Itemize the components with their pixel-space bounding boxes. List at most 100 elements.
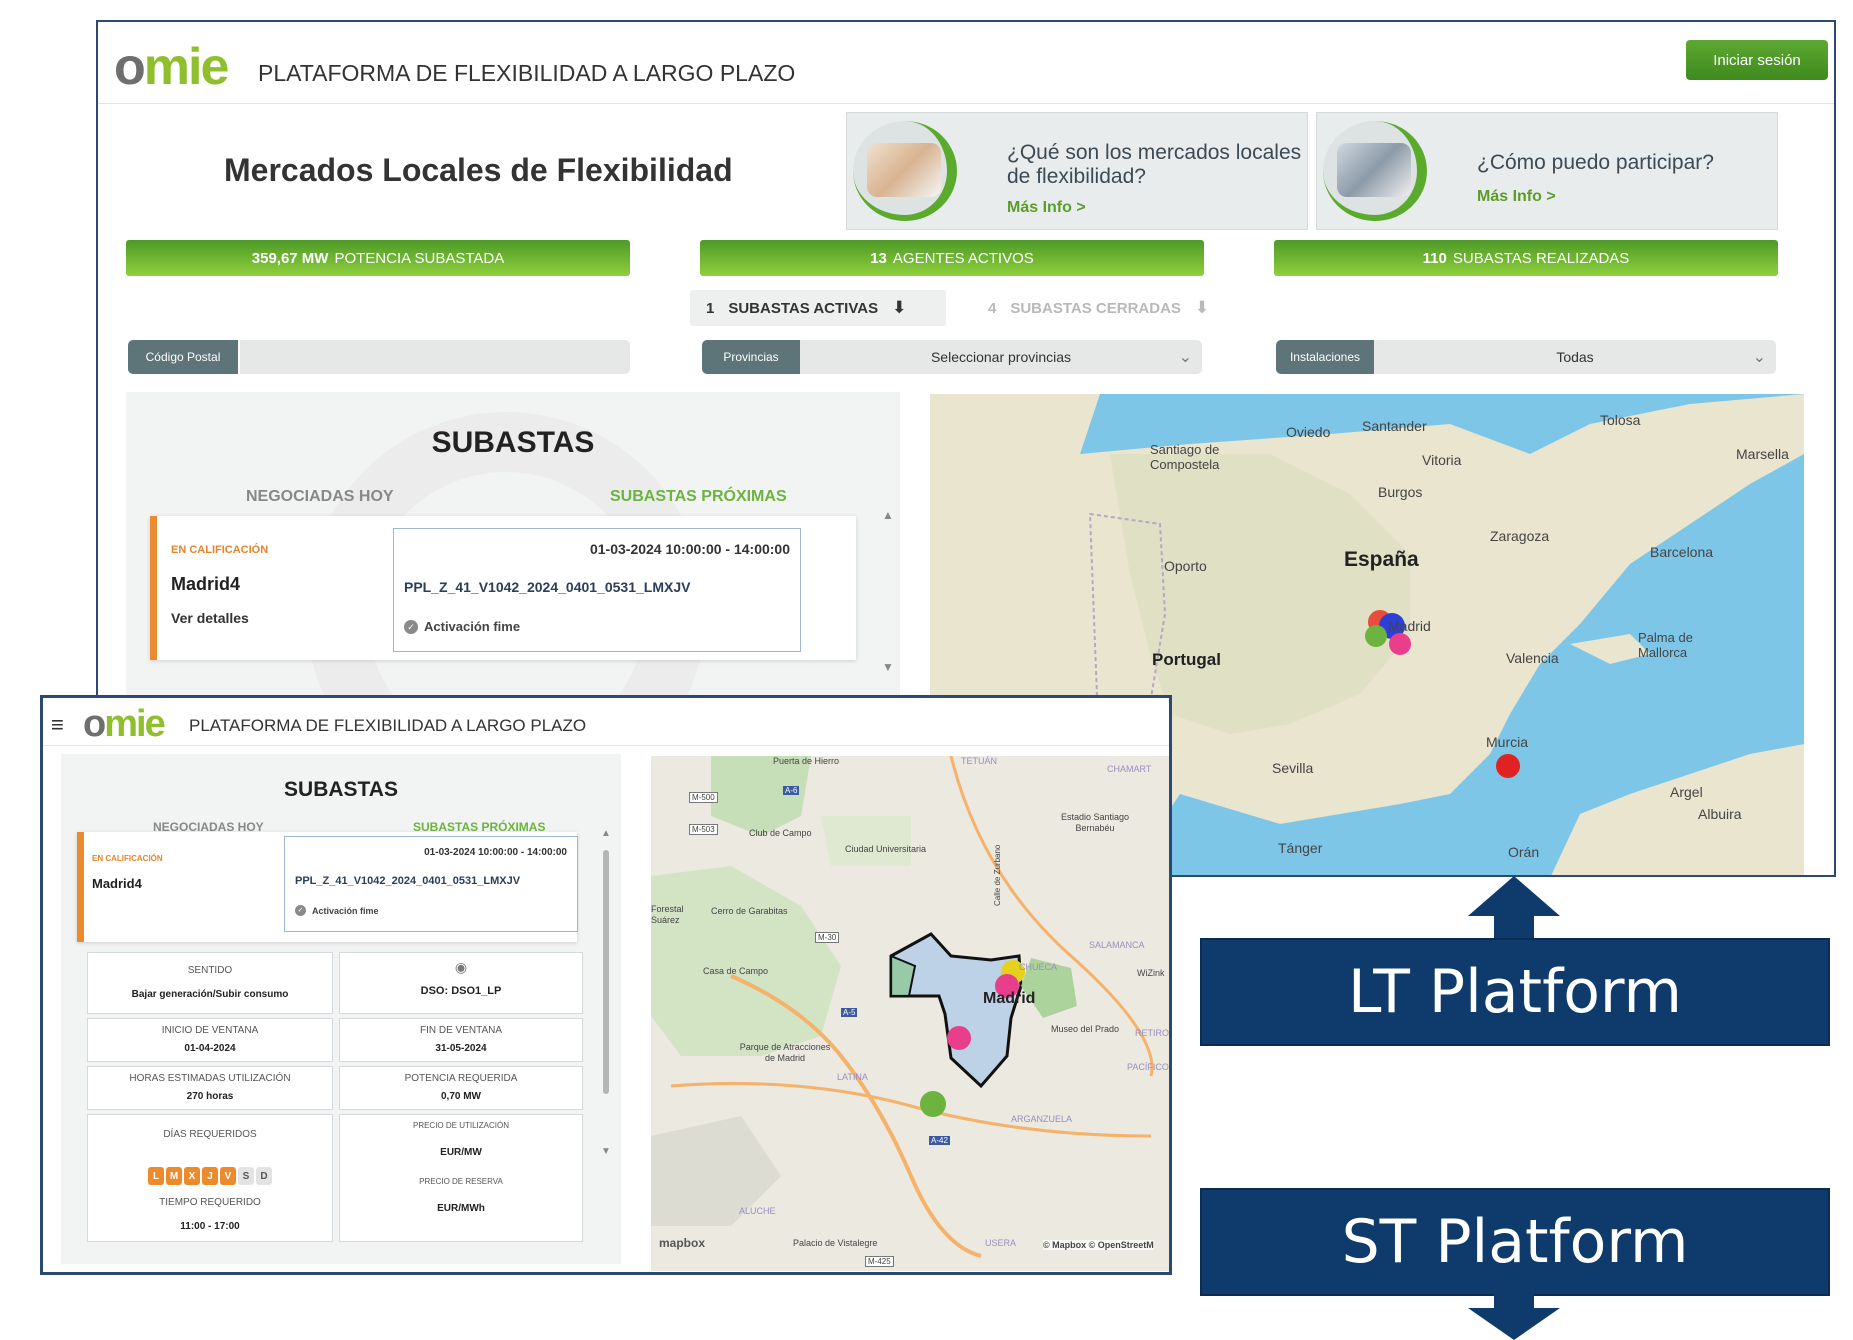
auction-card[interactable]: EN CALIFICACIÓN Madrid4 01-03-2024 10:00…	[77, 832, 578, 942]
auction-state-badge: EN CALIFICACIÓN	[171, 544, 269, 556]
scrollbar-thumb[interactable]	[603, 850, 609, 1094]
detail-label: PRECIO DE UTILIZACIÓN	[412, 1121, 509, 1130]
omie-logo[interactable]: omie	[83, 705, 166, 743]
auction-datetime: 01-03-2024 10:00:00 - 14:00:00	[589, 541, 790, 557]
chevron-down-icon[interactable]: ⌄	[1179, 347, 1192, 367]
map-label-casa: Casa de Campo	[703, 966, 769, 976]
map-label-oran: Orán	[1508, 844, 1540, 860]
download-icon[interactable]: ⬇	[892, 298, 906, 318]
subastas-panel: SUBASTAS NEGOCIADAS HOY SUBASTAS PRÓXIMA…	[61, 754, 621, 1264]
select-value: Seleccionar provincias	[930, 349, 1072, 365]
madrid-map[interactable]: Puerta de Hierro TETUÁN CHAMART Club de …	[651, 756, 1170, 1271]
subastas-title: SUBASTAS	[284, 778, 398, 801]
map-label-aluche: ALUCHE	[739, 1206, 776, 1216]
map-label-garabitas: Cerro de Garabitas	[711, 906, 788, 916]
map-label-vistalegre: Palacio de Vistalegre	[793, 1238, 878, 1248]
mapbox-logo[interactable]: mapbox	[659, 1236, 705, 1250]
detail-window-end: FIN DE VENTANA 31-05-2024	[339, 1018, 583, 1062]
road-badge-m503: M-503	[689, 824, 718, 835]
scroll-down-icon[interactable]: ▼	[882, 660, 894, 674]
tab-closed-auctions[interactable]: 4 SUBASTAS CERRADAS ⬇	[978, 290, 1258, 326]
map-label-zurbano: Calle de Zurbano	[993, 844, 1002, 906]
road-badge-a6: A-6	[783, 786, 800, 795]
login-button[interactable]: Iniciar sesión	[1686, 40, 1828, 80]
tab-negotiated-today[interactable]: NEGOCIADAS HOY	[246, 488, 394, 506]
map-label-marsella: Marsella	[1736, 446, 1789, 462]
chevron-down-icon[interactable]: ⌄	[1753, 347, 1766, 367]
map-label-salamanca: SALAMANCA	[1089, 940, 1145, 950]
auction-card[interactable]: EN CALIFICACIÓN Madrid4 Ver detalles 01-…	[150, 516, 856, 660]
stat-power-auctioned: 359,67 MW POTENCIA SUBASTADA	[126, 240, 630, 276]
map-label-usera: USERA	[985, 1238, 1017, 1248]
detail-value: 11:00 - 17:00	[180, 1221, 240, 1232]
select-value: Todas	[1556, 349, 1594, 365]
info-card-question: ¿Qué son los mercados locales de flexibi…	[1007, 141, 1302, 188]
road-badge-m500: M-500	[689, 792, 718, 803]
installations-select[interactable]: Todas ⌄	[1374, 340, 1776, 374]
road-badge-m425: M-425	[865, 1256, 894, 1267]
map-label-burgos: Burgos	[1378, 484, 1423, 500]
stat-label: AGENTES ACTIVOS	[892, 249, 1034, 267]
subastas-title: SUBASTAS	[431, 426, 595, 459]
map-label-barcelona: Barcelona	[1650, 544, 1714, 560]
provinces-select[interactable]: Seleccionar provincias ⌄	[800, 340, 1202, 374]
day-chip: S	[238, 1167, 254, 1185]
omie-logo[interactable]: omie	[114, 41, 229, 93]
info-card-participate[interactable]: ¿Cómo puedo participar? Más Info >	[1316, 112, 1778, 230]
map-label-portugal: Portugal	[1152, 650, 1221, 669]
download-icon[interactable]: ⬇	[1195, 298, 1209, 318]
day-chip: D	[256, 1167, 272, 1185]
auction-name: Madrid4	[171, 574, 241, 594]
more-info-link[interactable]: Más Info >	[1477, 188, 1556, 206]
day-chip: V	[220, 1167, 236, 1185]
road-badge-a42: A-42	[929, 1136, 950, 1145]
detail-label: SENTIDO	[187, 965, 233, 976]
scroll-up-icon[interactable]: ▲	[601, 828, 611, 839]
map-label-albuira: Albuira	[1698, 806, 1742, 822]
detail-value: Bajar generación/Subir consumo	[131, 989, 289, 1000]
tab-count: 4	[988, 299, 997, 317]
detail-label: FIN DE VENTANA	[419, 1025, 503, 1036]
auction-code: PPL_Z_41_V1042_2024_0401_0531_LMXJV	[295, 875, 521, 887]
detail-window-start: INICIO DE VENTANA 01-04-2024	[87, 1018, 333, 1062]
detail-hours: HORAS ESTIMADAS UTILIZACIÓN 270 horas	[87, 1066, 333, 1110]
postal-code-input[interactable]	[240, 340, 630, 374]
detail-label: TIEMPO REQUERIDO	[159, 1197, 261, 1208]
tab-label: SUBASTAS CERRADAS	[1010, 299, 1181, 317]
info-card-markets[interactable]: ¿Qué son los mercados locales de flexibi…	[846, 112, 1308, 230]
info-card-question: ¿Cómo puedo participar?	[1477, 151, 1714, 174]
tab-label: SUBASTAS ACTIVAS	[728, 299, 879, 317]
tab-count: 1	[706, 299, 715, 317]
filter-label: Código Postal	[128, 340, 238, 374]
map-label-espana: España	[1344, 548, 1419, 571]
st-header: ≡ omie PLATAFORMA DE FLEXIBILIDAD A LARG…	[43, 698, 1169, 746]
document-signing-image	[1323, 121, 1427, 221]
auction-name: Madrid4	[92, 876, 142, 891]
map-label-ciudad: Ciudad Universitaria	[845, 844, 927, 854]
map-label-pacifico: PACÍFICO	[1127, 1062, 1169, 1072]
tab-upcoming-auctions[interactable]: SUBASTAS PRÓXIMAS	[610, 488, 787, 506]
road-badge-a5: A-5	[841, 1008, 858, 1017]
auction-datetime: 01-03-2024 10:00:00 - 14:00:00	[424, 847, 567, 858]
tab-active-auctions[interactable]: 1 SUBASTAS ACTIVAS ⬇	[690, 290, 946, 326]
menu-icon[interactable]: ≡	[51, 712, 64, 738]
map-label-palma: Palma de Mallorca	[1638, 630, 1693, 660]
stat-label: SUBASTAS REALIZADAS	[1452, 249, 1630, 267]
more-info-link[interactable]: Más Info >	[1007, 199, 1086, 217]
detail-power: POTENCIA REQUERIDA 0,70 MW	[339, 1066, 583, 1110]
detail-days: DÍAS REQUERIDOS LMXJVSD TIEMPO REQUERIDO…	[87, 1114, 333, 1242]
activation-type: ✓ Activación fime	[404, 619, 520, 634]
arrow-down-icon	[1468, 1294, 1560, 1340]
lt-platform-banner: LT Platform	[1200, 938, 1830, 1046]
map-attribution[interactable]: © Mapbox © OpenStreetM	[1043, 1240, 1154, 1250]
map-label-retiro: RETIRO	[1135, 1028, 1170, 1038]
detail-label: PRECIO DE RESERVA	[419, 1177, 503, 1186]
map-label-sevilla: Sevilla	[1272, 760, 1314, 776]
scroll-up-icon[interactable]: ▲	[882, 508, 894, 522]
view-details-link[interactable]: Ver detalles	[171, 610, 249, 626]
check-icon: ✓	[404, 619, 418, 634]
map-label-tetuan: TETUÁN	[961, 756, 997, 766]
map-label-tanger: Tánger	[1278, 840, 1323, 856]
scroll-down-icon[interactable]: ▼	[601, 1146, 611, 1157]
road-badge-m30: M-30	[815, 932, 840, 943]
